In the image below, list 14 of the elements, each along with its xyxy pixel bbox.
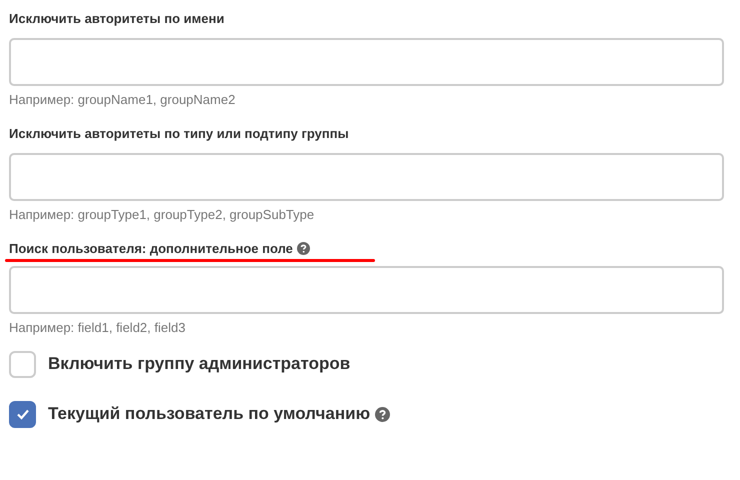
help-icon[interactable]	[296, 242, 310, 254]
help-icon[interactable]	[375, 406, 390, 422]
input-field[interactable]	[9, 266, 724, 314]
hint-text: Например: groupName1, groupName2	[9, 92, 236, 107]
input-field[interactable]	[9, 38, 724, 86]
checkbox-label: Текущий пользователь по умолчанию	[48, 404, 370, 424]
checkbox-label: Включить группу администраторов	[48, 354, 350, 374]
field-label: Поиск пользователя: дополнительное поле	[9, 240, 293, 256]
field-label: Исключить авторитеты по типу или подтипу группы	[9, 126, 349, 140]
hint-text: Например: groupType1, groupType2, groupSubType	[9, 207, 316, 222]
checkbox[interactable]	[9, 400, 36, 428]
input-field[interactable]	[9, 153, 724, 201]
field-label: Исключить авторитеты по имени	[9, 10, 224, 26]
hint-text: Например: field1, field2, field3	[9, 320, 186, 335]
